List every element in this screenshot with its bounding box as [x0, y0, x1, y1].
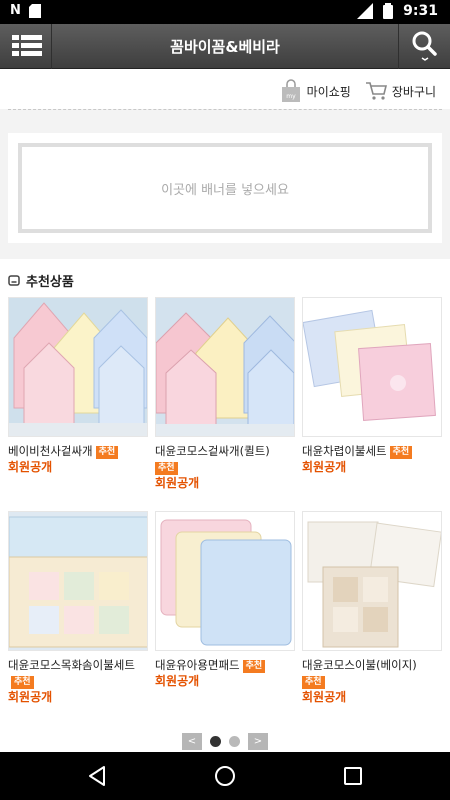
product-card[interactable]: 대윤코모스이불(베이지) 추천 회원공개 — [302, 511, 442, 705]
product-name[interactable]: 대윤코모스이불(베이지) 추천 — [302, 657, 442, 689]
page-dot[interactable] — [229, 736, 240, 747]
product-image[interactable] — [155, 511, 295, 651]
product-name-text[interactable]: 베이비천사겉싸개 — [8, 444, 93, 458]
cart-icon — [365, 82, 387, 100]
product-image[interactable] — [302, 511, 442, 651]
section-bullet-icon — [8, 275, 20, 286]
battery-icon — [383, 3, 394, 19]
status-time: 9:31 — [403, 3, 438, 19]
product-price: 회원공개 — [155, 674, 200, 688]
banner-area: 이곳에 배너를 넣으세요 — [8, 133, 442, 243]
section-title: 추천상품 — [26, 275, 74, 290]
search-button[interactable] — [398, 24, 450, 69]
product-price: 회원공개 — [302, 460, 347, 474]
product-image[interactable] — [155, 297, 295, 437]
home-button[interactable] — [213, 764, 237, 788]
product-card[interactable]: 대윤차렵이불세트 추천 회원공개 — [302, 297, 442, 475]
banner-text: 이곳에 배너를 넣으세요 — [161, 182, 289, 198]
recommend-badge: 추천 — [11, 676, 34, 689]
banner-placeholder[interactable]: 이곳에 배너를 넣으세요 — [18, 143, 432, 233]
my-badge: my — [286, 93, 296, 100]
product-name[interactable]: 대윤차렵이불세트 추천 — [302, 443, 442, 459]
app-title: 꼼바이꼼&베비라 — [170, 38, 280, 56]
sd-card-icon — [28, 3, 41, 18]
product-name[interactable]: 대윤유아용면패드 추천 — [155, 657, 295, 673]
carousel-pager: < > — [0, 733, 450, 750]
divider — [8, 109, 442, 110]
product-price: 회원공개 — [155, 476, 200, 490]
top-links-bar: my 마이쇼핑 장바구니 — [0, 69, 450, 109]
recommend-badge: 추천 — [389, 446, 413, 459]
cart-link[interactable]: 장바구니 — [365, 81, 436, 101]
product-name[interactable]: 베이비천사겉싸개 추천 — [8, 443, 148, 459]
product-price: 회원공개 — [8, 690, 53, 704]
menu-icon — [12, 35, 42, 56]
back-icon — [89, 766, 105, 786]
recents-icon — [344, 767, 362, 785]
back-button[interactable] — [85, 764, 109, 788]
product-image[interactable] — [302, 297, 442, 437]
page-dot-active[interactable] — [210, 736, 221, 747]
product-name-text[interactable]: 대윤코모스이불(베이지) — [302, 658, 417, 672]
product-card[interactable]: 대윤코모스겉싸개(퀼트) 추천 회원공개 — [155, 297, 295, 491]
product-price: 회원공개 — [302, 690, 347, 704]
main-content: my 마이쇼핑 장바구니 이곳에 배너를 넣으세요 추천상품 베이비천사겉싸개 … — [0, 69, 450, 752]
product-price: 회원공개 — [8, 460, 53, 474]
recommend-badge: 추천 — [155, 462, 178, 475]
shopping-bag-icon: my — [281, 79, 300, 102]
my-shopping-link[interactable]: my 마이쇼핑 — [280, 79, 351, 103]
my-shopping-label: 마이쇼핑 — [306, 84, 351, 99]
recommended-section: 추천상품 베이비천사겉싸개 추천 회원공개 대윤코모스겉싸개(퀼트) 추천 회원… — [0, 259, 450, 752]
next-page-button[interactable]: > — [248, 733, 268, 750]
product-name-text[interactable]: 대윤코모스목화솜이불세트 — [8, 658, 135, 672]
cart-label: 장바구니 — [391, 84, 436, 99]
system-nav-bar — [0, 752, 450, 800]
product-name-text[interactable]: 대윤코모스겉싸개(퀼트) — [155, 444, 270, 458]
carrier-icon: N — [10, 3, 21, 18]
app-bar: 꼼바이꼼&베비라 — [0, 24, 450, 69]
product-image[interactable] — [8, 511, 148, 651]
search-icon — [412, 31, 437, 61]
recommend-badge: 추천 — [95, 446, 119, 459]
product-card[interactable]: 베이비천사겉싸개 추천 회원공개 — [8, 297, 148, 475]
recents-button[interactable] — [341, 764, 365, 788]
product-name-text[interactable]: 대윤차렵이불세트 — [302, 444, 387, 458]
prev-page-button[interactable]: < — [182, 733, 202, 750]
product-name-text[interactable]: 대윤유아용면패드 — [155, 658, 240, 672]
product-name[interactable]: 대윤코모스목화솜이불세트추천 — [8, 657, 148, 689]
product-card[interactable]: 대윤유아용면패드 추천 회원공개 — [155, 511, 295, 689]
home-icon — [215, 766, 235, 786]
recommend-badge: 추천 — [242, 660, 266, 673]
section-heading: 추천상품 — [8, 271, 74, 290]
signal-icon — [357, 3, 374, 19]
status-bar: N 9:31 — [0, 0, 450, 24]
menu-button[interactable] — [0, 24, 52, 69]
product-name[interactable]: 대윤코모스겉싸개(퀼트) 추천 — [155, 443, 295, 475]
recommend-badge: 추천 — [302, 676, 325, 689]
product-card[interactable]: 대윤코모스목화솜이불세트추천 회원공개 — [8, 511, 148, 705]
product-image[interactable] — [8, 297, 148, 437]
